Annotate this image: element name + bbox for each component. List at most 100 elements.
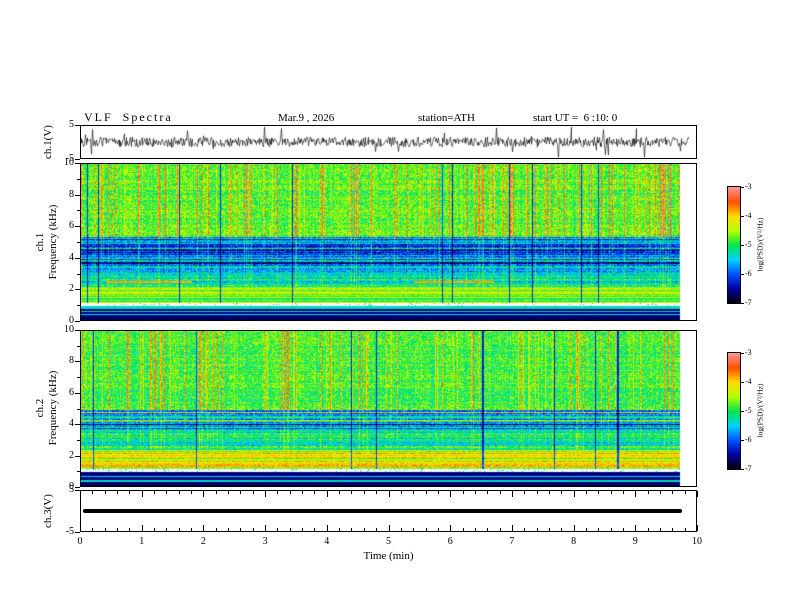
colorbar-tick-label: -3	[745, 182, 752, 191]
y-tick-mark	[75, 195, 80, 196]
y-tick-label: 6	[69, 386, 74, 398]
x-minor-tick-mark	[685, 491, 686, 494]
x-tick-mark	[697, 491, 698, 497]
y-tick-label: 2	[69, 449, 74, 461]
x-minor-tick-mark	[314, 491, 315, 494]
y-minor-tick-mark	[77, 274, 80, 275]
y-tick-mark	[75, 532, 80, 533]
y-tick-label: 5	[69, 119, 74, 130]
x-minor-tick-mark	[426, 528, 427, 531]
x-tick-mark	[574, 525, 575, 531]
x-minor-tick-mark	[648, 528, 649, 531]
x-minor-tick-mark	[487, 528, 488, 531]
x-minor-tick-mark	[623, 491, 624, 494]
x-tick-mark	[265, 491, 266, 497]
date-label: Mar.9 , 2026	[278, 112, 335, 124]
x-minor-tick-mark	[166, 491, 167, 494]
x-minor-tick-mark	[376, 491, 377, 494]
x-minor-tick-mark	[660, 491, 661, 494]
x-minor-tick-mark	[191, 491, 192, 494]
y-tick-mark	[75, 163, 80, 164]
x-minor-tick-mark	[191, 528, 192, 531]
x-minor-tick-mark	[314, 528, 315, 531]
x-minor-tick-mark	[500, 491, 501, 494]
y-tick-label: 8	[69, 188, 74, 200]
y-minor-tick-mark	[77, 440, 80, 441]
x-tick-mark	[203, 525, 204, 531]
colorbar-tick-label: -5	[745, 406, 752, 415]
x-minor-tick-mark	[240, 491, 241, 494]
x-minor-tick-mark	[92, 491, 93, 494]
colorbar-tick-label: -4	[745, 211, 752, 220]
ch1-voltage-axis-label: ch.1(V)	[42, 125, 54, 159]
x-minor-tick-mark	[524, 528, 525, 531]
x-minor-tick-mark	[277, 528, 278, 531]
x-minor-tick-mark	[463, 528, 464, 531]
x-minor-tick-mark	[648, 491, 649, 494]
x-minor-tick-mark	[561, 528, 562, 531]
x-tick-mark	[635, 491, 636, 497]
x-tick-mark	[327, 491, 328, 497]
x-minor-tick-mark	[561, 491, 562, 494]
colorbar-tick-mark	[741, 469, 744, 470]
x-minor-tick-mark	[524, 491, 525, 494]
x-tick-label: 5	[386, 536, 391, 547]
x-minor-tick-mark	[339, 491, 340, 494]
x-minor-tick-mark	[129, 528, 130, 531]
ch1-spectrogram-canvas	[81, 164, 696, 320]
x-minor-tick-mark	[611, 491, 612, 494]
vlf-spectra-figure: VLF Spectra Mar.9 , 2026 station=ATH sta…	[0, 0, 792, 612]
x-tick-mark	[512, 491, 513, 497]
x-tick-mark	[142, 525, 143, 531]
x-axis-label: Time (min)	[363, 550, 414, 562]
x-minor-tick-mark	[685, 528, 686, 531]
figure-title: VLF Spectra	[84, 110, 173, 124]
y-tick-mark	[75, 258, 80, 259]
x-minor-tick-mark	[117, 491, 118, 494]
x-minor-tick-mark	[105, 528, 106, 531]
y-tick-mark	[75, 393, 80, 394]
ch1-colorbar-label: log(PSD)/(V²/Hz)	[755, 217, 765, 272]
x-minor-tick-mark	[179, 528, 180, 531]
colorbar-tick-mark	[741, 440, 744, 441]
x-minor-tick-mark	[438, 528, 439, 531]
x-minor-tick-mark	[549, 528, 550, 531]
x-minor-tick-mark	[672, 491, 673, 494]
y-minor-tick-mark	[77, 210, 80, 211]
x-tick-mark	[450, 525, 451, 531]
colorbar-tick-label: -5	[745, 240, 752, 249]
y-tick-mark	[75, 330, 80, 331]
x-tick-mark	[574, 491, 575, 497]
x-minor-tick-mark	[228, 528, 229, 531]
x-minor-tick-mark	[277, 491, 278, 494]
x-tick-label: 2	[200, 536, 206, 547]
ch2-spectrogram-panel	[80, 330, 697, 487]
y-tick-label: 10	[64, 157, 74, 168]
x-minor-tick-mark	[537, 528, 538, 531]
x-minor-tick-mark	[166, 528, 167, 531]
x-tick-mark	[389, 525, 390, 531]
x-minor-tick-mark	[154, 491, 155, 494]
x-tick-mark	[265, 525, 266, 531]
y-tick-mark	[75, 321, 80, 322]
x-minor-tick-mark	[487, 491, 488, 494]
x-minor-tick-mark	[537, 491, 538, 494]
x-minor-tick-mark	[598, 528, 599, 531]
y-tick-label: 4	[69, 418, 74, 430]
y-minor-tick-mark	[77, 179, 80, 180]
y-tick-label: 4	[69, 251, 74, 263]
y-minor-tick-mark	[77, 471, 80, 472]
ch2-spec-channel-label: ch.2	[34, 398, 46, 418]
y-minor-tick-mark	[77, 346, 80, 347]
x-minor-tick-mark	[413, 528, 414, 531]
x-tick-mark	[327, 525, 328, 531]
y-tick-mark	[75, 159, 80, 160]
x-minor-tick-mark	[586, 491, 587, 494]
colorbar-tick-mark	[741, 303, 744, 304]
x-minor-tick-mark	[426, 491, 427, 494]
x-minor-tick-mark	[598, 491, 599, 494]
x-minor-tick-mark	[401, 528, 402, 531]
x-minor-tick-mark	[549, 491, 550, 494]
x-tick-label: 0	[77, 536, 83, 547]
x-minor-tick-mark	[475, 528, 476, 531]
